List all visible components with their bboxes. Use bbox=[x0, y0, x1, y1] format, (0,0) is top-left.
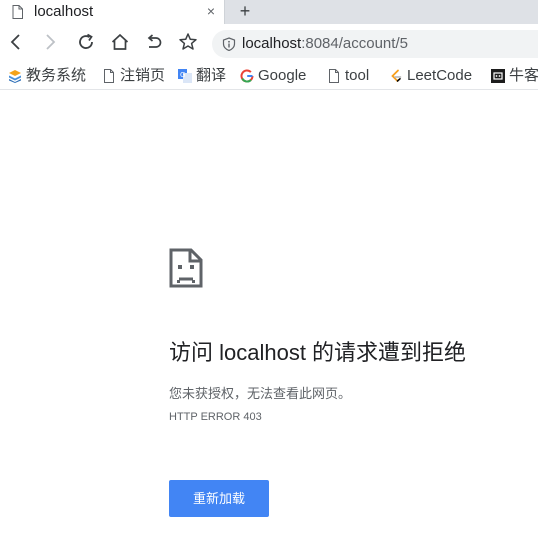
forward-icon[interactable] bbox=[40, 32, 60, 52]
bookmark-label: LeetCode bbox=[407, 67, 473, 84]
tab-localhost[interactable]: localhost × bbox=[0, 0, 225, 24]
page-icon bbox=[104, 69, 114, 83]
bookmark-label: 翻译 bbox=[196, 67, 227, 84]
leetcode-icon bbox=[391, 69, 402, 82]
svg-text:G: G bbox=[180, 71, 185, 79]
info-icon[interactable] bbox=[222, 37, 236, 51]
bookmark-label: Google bbox=[258, 67, 307, 84]
page-icon bbox=[12, 5, 23, 19]
edu-icon bbox=[9, 70, 21, 83]
tab-strip: localhost × + bbox=[0, 0, 538, 24]
home-icon[interactable] bbox=[110, 32, 130, 52]
reload-icon[interactable] bbox=[76, 32, 96, 52]
new-tab-button[interactable]: + bbox=[236, 1, 254, 21]
bookmark-label: 牛客 bbox=[509, 67, 538, 84]
close-icon[interactable]: × bbox=[203, 3, 219, 19]
nowcoder-icon bbox=[491, 69, 505, 83]
error-title: 访问 localhost 的请求遭到拒绝 bbox=[169, 340, 467, 365]
bookmarks-bar: 教务系统 注销页 G 翻译 Google tool LeetCode 牛客 bbox=[0, 62, 538, 90]
toolbar: localhost:8084/account/5 bbox=[0, 24, 538, 62]
url-text: localhost:8084/account/5 bbox=[242, 34, 408, 54]
sad-page-icon bbox=[169, 248, 203, 288]
undo-icon[interactable] bbox=[144, 32, 164, 52]
star-icon[interactable] bbox=[178, 32, 198, 52]
google-icon bbox=[240, 69, 254, 83]
translate-icon: G bbox=[178, 69, 192, 83]
error-description: 您未获授权，无法查看此网页。 bbox=[169, 386, 352, 401]
bookmark-label: tool bbox=[345, 67, 370, 84]
page-icon bbox=[329, 69, 339, 83]
url-host: localhost bbox=[242, 35, 302, 52]
address-bar[interactable]: localhost:8084/account/5 bbox=[212, 30, 538, 58]
error-code: HTTP ERROR 403 bbox=[169, 411, 262, 423]
bookmark-label: 注销页 bbox=[120, 67, 166, 84]
reload-button[interactable]: 重新加载 bbox=[169, 480, 269, 517]
url-path: :8084/account/5 bbox=[301, 35, 408, 52]
tab-title: localhost bbox=[34, 3, 94, 20]
bookmark-label: 教务系统 bbox=[26, 67, 87, 84]
back-icon[interactable] bbox=[6, 32, 26, 52]
